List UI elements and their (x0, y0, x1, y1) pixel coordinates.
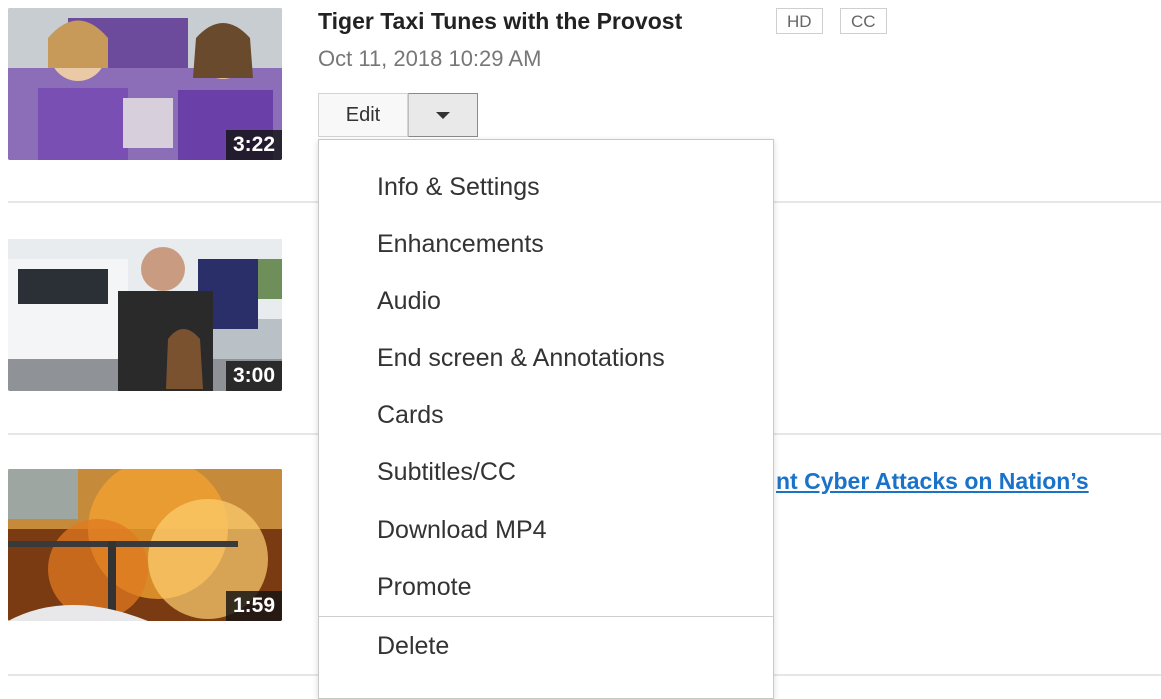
edit-dropdown-menu: Info & Settings Enhancements Audio End s… (318, 139, 774, 699)
menu-item-delete[interactable]: Delete (377, 632, 449, 661)
video-title-link[interactable]: nt Cyber Attacks on Nation’s (776, 468, 1089, 495)
edit-button-group: Edit (318, 93, 478, 137)
menu-divider (319, 616, 773, 617)
video-duration: 3:00 (225, 361, 282, 391)
edit-dropdown-toggle[interactable] (408, 93, 478, 137)
menu-item-cards[interactable]: Cards (377, 401, 444, 430)
video-duration: 3:22 (225, 130, 282, 160)
video-duration: 1:59 (225, 591, 282, 621)
chevron-down-icon (436, 111, 450, 119)
menu-item-enhancements[interactable]: Enhancements (377, 230, 544, 259)
hd-badge: HD (776, 8, 823, 34)
menu-item-download-mp4[interactable]: Download MP4 (377, 516, 547, 545)
cc-badge: CC (840, 8, 887, 34)
menu-item-subtitles-cc[interactable]: Subtitles/CC (377, 458, 516, 487)
edit-button[interactable]: Edit (318, 93, 408, 137)
video-thumbnail[interactable]: 1:59 (8, 469, 282, 621)
menu-item-promote[interactable]: Promote (377, 573, 471, 602)
menu-item-audio[interactable]: Audio (377, 287, 441, 316)
video-title[interactable]: Tiger Taxi Tunes with the Provost (318, 8, 682, 35)
menu-item-end-screen-annotations[interactable]: End screen & Annotations (377, 344, 665, 373)
video-thumbnail[interactable]: 3:22 (8, 8, 282, 160)
video-date: Oct 11, 2018 10:29 AM (318, 46, 542, 71)
menu-item-info-settings[interactable]: Info & Settings (377, 173, 540, 202)
video-thumbnail[interactable]: 3:00 (8, 239, 282, 391)
